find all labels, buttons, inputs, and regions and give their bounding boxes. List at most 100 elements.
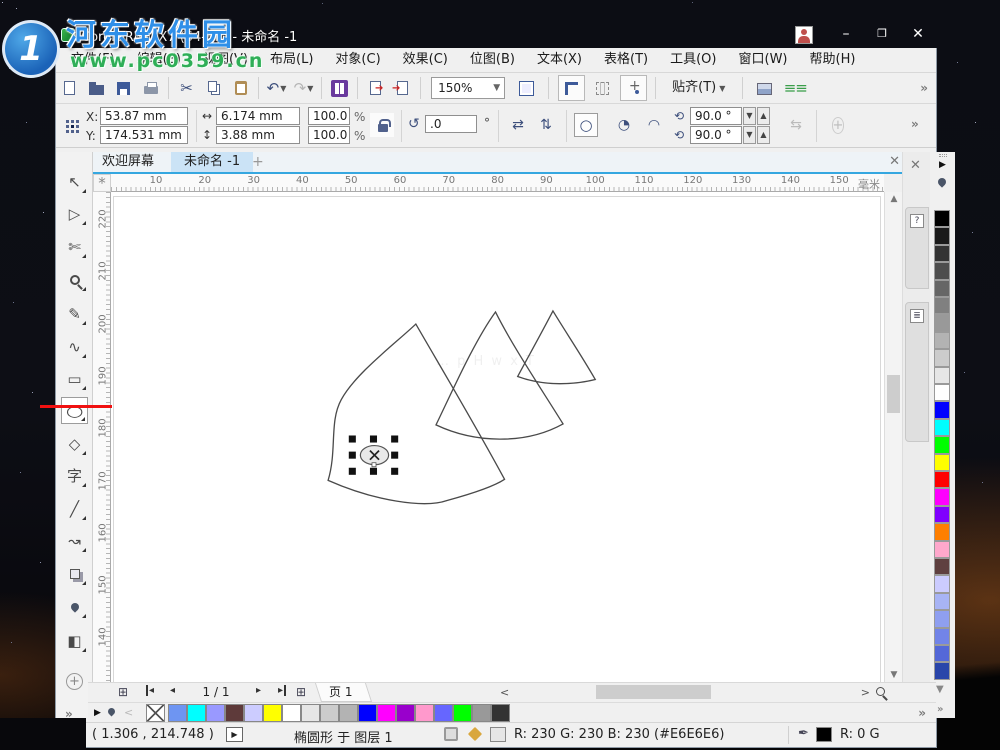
- interactive-fill-tool[interactable]: ◧: [61, 627, 88, 654]
- docpalette-swatch[interactable]: [187, 704, 206, 722]
- minimize-button[interactable]: –: [831, 22, 861, 46]
- prev-page-button[interactable]: ◂: [170, 685, 175, 696]
- docpalette-swatch[interactable]: [168, 704, 187, 722]
- palette-swatch[interactable]: [934, 401, 950, 418]
- ellipse-tool[interactable]: ○: [61, 397, 88, 424]
- docpalette-swatch[interactable]: [453, 704, 472, 722]
- palette-swatch[interactable]: [934, 419, 950, 436]
- paste-button[interactable]: [227, 75, 254, 101]
- drawing-scale-button[interactable]: *: [93, 174, 111, 192]
- menu-item[interactable]: 文本(X): [526, 48, 593, 72]
- docpalette-swatch[interactable]: [301, 704, 320, 722]
- print-button[interactable]: [137, 75, 164, 101]
- object-origin-grid[interactable]: [66, 120, 79, 133]
- palette-grip[interactable]: [939, 154, 947, 157]
- add-tools-button[interactable]: +: [61, 668, 88, 695]
- account-icon[interactable]: [795, 26, 813, 44]
- export-button[interactable]: [389, 75, 416, 101]
- menu-item[interactable]: 布局(L): [259, 48, 324, 72]
- options-button[interactable]: [751, 75, 778, 101]
- docpalette-swatch[interactable]: [282, 704, 301, 722]
- propbar-overflow-chevron[interactable]: »: [911, 117, 919, 131]
- palette-scroll-down-icon[interactable]: ▼: [936, 684, 944, 695]
- y-position-field[interactable]: 174.531 mm: [100, 126, 188, 144]
- fit-page-button[interactable]: [513, 75, 540, 101]
- palette-swatch[interactable]: [934, 541, 950, 558]
- docpalette-eyedropper-icon[interactable]: [107, 707, 117, 717]
- application-launcher-button[interactable]: ≡≡: [782, 75, 809, 101]
- polygon-tool[interactable]: ◇: [61, 430, 88, 457]
- palette-overflow-chevron[interactable]: »: [937, 704, 943, 715]
- scroll-down-icon[interactable]: ▼: [885, 670, 903, 680]
- palette-swatch[interactable]: [934, 506, 950, 523]
- palette-eyedropper-icon[interactable]: [936, 176, 947, 187]
- docpalette-swatch[interactable]: [377, 704, 396, 722]
- palette-swatch[interactable]: [934, 227, 950, 244]
- lock-ratio-button[interactable]: [370, 113, 394, 137]
- add-page-icon[interactable]: ⊞: [296, 685, 306, 699]
- add-page-icon[interactable]: ⊞: [118, 685, 128, 699]
- status-flyout-button[interactable]: ▶: [226, 727, 243, 742]
- menu-item[interactable]: 帮助(H): [799, 48, 867, 72]
- palette-swatch[interactable]: [934, 367, 950, 384]
- object-height-field[interactable]: 3.88 mm: [216, 126, 300, 144]
- palette-swatch[interactable]: [934, 488, 950, 505]
- close-button[interactable]: ✕: [903, 22, 933, 46]
- mirror-horizontal-button[interactable]: ⇄: [506, 113, 530, 137]
- show-rulers-button[interactable]: [558, 75, 585, 101]
- artistic-media-tool[interactable]: ∿: [61, 333, 88, 360]
- menu-item[interactable]: 效果(C): [392, 48, 459, 72]
- no-fill-swatch[interactable]: [146, 704, 165, 722]
- object-width-field[interactable]: 6.174 mm: [216, 107, 300, 125]
- open-button[interactable]: [83, 75, 110, 101]
- spin-down-button[interactable]: ▼: [743, 126, 756, 144]
- horizontal-scrollbar[interactable]: < >: [498, 683, 898, 702]
- freehand-tool[interactable]: ✎: [61, 300, 88, 327]
- save-button[interactable]: [110, 75, 137, 101]
- new-document-button[interactable]: [56, 75, 83, 101]
- palette-flyout-icon[interactable]: ▶: [939, 160, 946, 170]
- docpalette-overflow-chevron[interactable]: »: [918, 706, 926, 720]
- docpalette-swatch[interactable]: [263, 704, 282, 722]
- palette-swatch[interactable]: [934, 645, 950, 662]
- pick-tool[interactable]: ↖: [61, 168, 88, 195]
- menu-item[interactable]: 编辑(E): [126, 48, 192, 72]
- cut-button[interactable]: ✂: [173, 75, 200, 101]
- connector-tool[interactable]: ↝: [61, 527, 88, 554]
- zoom-tool-shortcut-icon[interactable]: [876, 687, 885, 696]
- docpalette-swatch[interactable]: [225, 704, 244, 722]
- spin-down-button[interactable]: ▼: [743, 107, 756, 125]
- zoom-level-combobox[interactable]: 150%▼: [431, 77, 505, 99]
- palette-swatch[interactable]: [934, 384, 950, 401]
- palette-swatch[interactable]: [934, 662, 950, 679]
- import-button[interactable]: [362, 75, 389, 101]
- show-grid-button[interactable]: [589, 75, 616, 101]
- search-content-button[interactable]: [326, 75, 353, 101]
- dimension-tool[interactable]: ╱: [61, 495, 88, 522]
- page-tab[interactable]: 页 1: [315, 683, 373, 702]
- shape-tool[interactable]: ▷: [61, 200, 88, 227]
- docpalette-flyout-icon[interactable]: ▶: [94, 708, 101, 718]
- snap-to-dropdown[interactable]: 贴齐(T)▼: [666, 76, 731, 100]
- palette-swatch[interactable]: [934, 610, 950, 627]
- ellipse-mode-button[interactable]: ○: [574, 113, 598, 137]
- scale-v-field[interactable]: 100.0: [308, 126, 350, 144]
- document-tab[interactable]: 欢迎屏幕: [89, 152, 167, 172]
- palette-swatch[interactable]: [934, 523, 950, 540]
- to-center-button[interactable]: +: [826, 113, 850, 137]
- x-position-field[interactable]: 53.87 mm: [100, 107, 188, 125]
- palette-swatch[interactable]: [934, 436, 950, 453]
- vscroll-thumb[interactable]: [887, 375, 900, 413]
- menu-item[interactable]: 对象(C): [324, 48, 391, 72]
- docpalette-swatch[interactable]: [339, 704, 358, 722]
- arc-start-angle-field[interactable]: 90.0 °: [690, 107, 742, 125]
- crop-tool[interactable]: ✄: [61, 233, 88, 260]
- vertical-ruler[interactable]: 220210200190180170160150140: [93, 192, 111, 682]
- docpalette-swatch[interactable]: [434, 704, 453, 722]
- close-document-icon[interactable]: ✕: [889, 154, 900, 169]
- title-bar[interactable]: CorelDRAW X7 (64-Bit) - 未命名 -1 – ❐ ✕: [55, 22, 937, 48]
- docpalette-swatch[interactable]: [415, 704, 434, 722]
- zoom-tool[interactable]: [61, 266, 88, 293]
- menu-item[interactable]: 工具(O): [659, 48, 727, 72]
- docker-tab-hints[interactable]: ?: [905, 207, 929, 289]
